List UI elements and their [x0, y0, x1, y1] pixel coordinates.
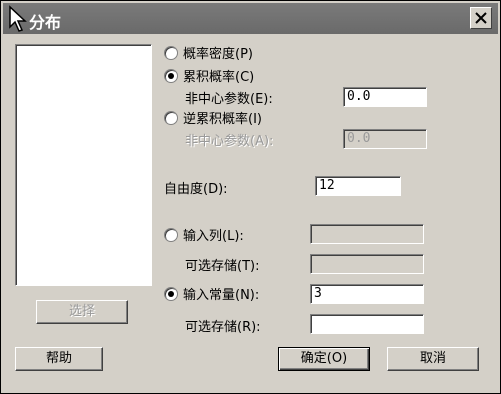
- dof-label: 自由度(D):: [164, 182, 228, 197]
- optional-store-field-2[interactable]: [310, 314, 424, 334]
- icdf-radio[interactable]: [164, 111, 178, 125]
- input-constant-label: 输入常量(N):: [183, 288, 260, 303]
- help-button[interactable]: 帮助: [15, 347, 103, 371]
- window-title: 分布: [29, 13, 62, 32]
- noncentral-param-inverse-label: 非中心参数(A):: [185, 134, 274, 149]
- dof-field[interactable]: 12: [315, 176, 401, 196]
- variable-listbox[interactable]: [15, 44, 152, 286]
- icdf-label: 逆累积概率(I): [183, 112, 262, 127]
- input-constant-radio[interactable]: [164, 287, 178, 301]
- cancel-button[interactable]: 取消: [387, 347, 479, 371]
- input-column-radio[interactable]: [164, 228, 178, 242]
- cdf-label: 累积概率(C): [183, 70, 255, 85]
- optional-store-label-2: 可选存储(R):: [185, 320, 261, 335]
- optional-store-field-1[interactable]: [310, 254, 424, 274]
- input-column-field[interactable]: [310, 224, 424, 244]
- distribution-dialog: 分布 选择 概率密度(P) 累积概率(C) 非中心参数(E): 0.0 逆累积概…: [0, 0, 501, 394]
- optional-store-label-1: 可选存储(T):: [185, 259, 260, 274]
- input-column-label: 输入列(L):: [183, 229, 244, 244]
- close-button[interactable]: [470, 7, 492, 29]
- ok-button[interactable]: 确定(O): [278, 347, 370, 371]
- pdf-label: 概率密度(P): [183, 47, 253, 62]
- title-bar[interactable]: 分布: [3, 3, 498, 34]
- select-button[interactable]: 选择: [36, 300, 128, 324]
- pdf-radio[interactable]: [164, 46, 178, 60]
- mouse-cursor-icon: [9, 5, 27, 32]
- cdf-radio[interactable]: [164, 69, 178, 83]
- noncentral-param-inverse-field[interactable]: 0.0: [343, 129, 427, 149]
- noncentral-param-field[interactable]: 0.0: [343, 87, 427, 107]
- close-icon: [475, 12, 487, 24]
- noncentral-param-label: 非中心参数(E):: [185, 92, 273, 107]
- input-constant-field[interactable]: 3: [310, 284, 424, 304]
